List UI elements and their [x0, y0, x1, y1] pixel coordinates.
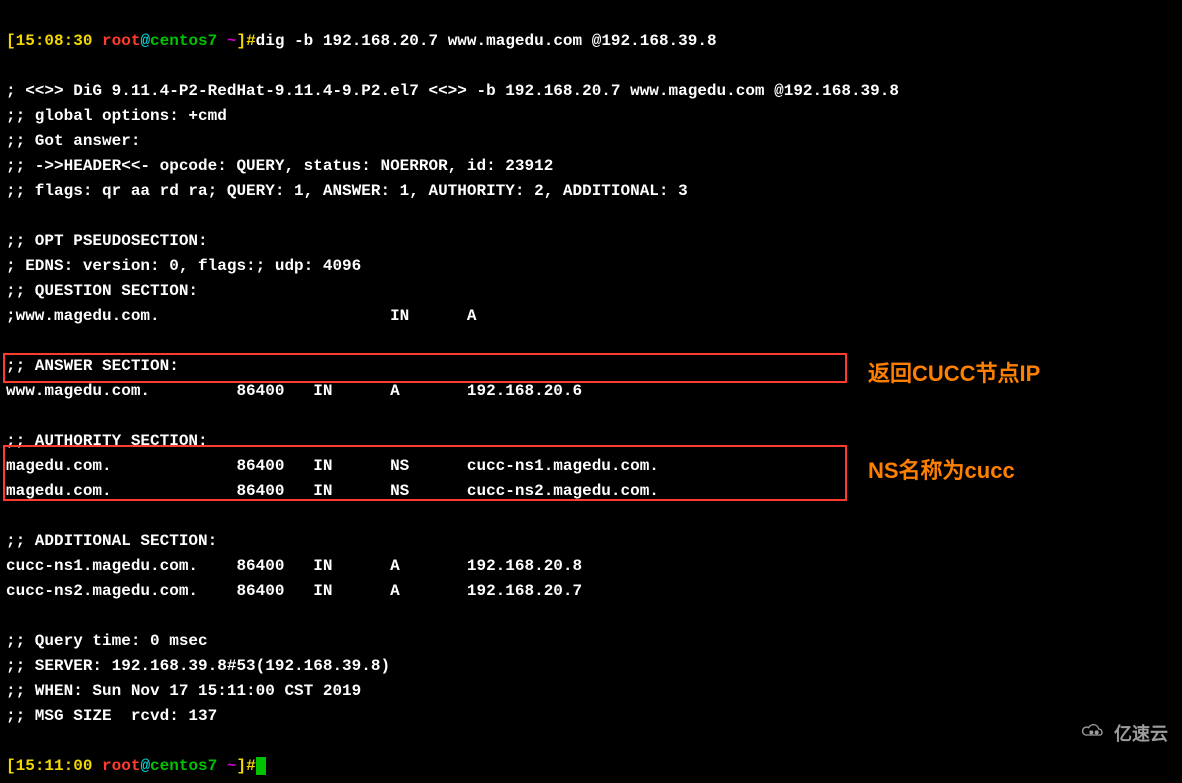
watermark-text: 亿速云 — [1114, 720, 1168, 746]
additional-record-1: cucc-ns1.magedu.com. 86400 IN A 192.168.… — [6, 557, 582, 575]
msg-size-line: ;; MSG SIZE rcvd: 137 — [6, 707, 217, 725]
question-line: ;www.magedu.com. IN A — [6, 307, 476, 325]
additional-section-line: ;; ADDITIONAL SECTION: — [6, 532, 217, 550]
annotation-cucc-ip: 返回CUCC节点IP — [868, 356, 1040, 388]
prompt-line-2[interactable]: [15:11:00 root@centos7 ~]# — [6, 757, 266, 775]
answer-record-line: www.magedu.com. 86400 IN A 192.168.20.6 — [6, 382, 582, 400]
header-line: ;; ->>HEADER<<- opcode: QUERY, status: N… — [6, 157, 553, 175]
query-time-line: ;; Query time: 0 msec — [6, 632, 208, 650]
cloud-icon — [1078, 721, 1110, 746]
watermark: 亿速云 — [1078, 720, 1168, 746]
annotation-ns-cucc: NS名称为cucc — [868, 453, 1015, 485]
when-line: ;; WHEN: Sun Nov 17 15:11:00 CST 2019 — [6, 682, 361, 700]
question-section-line: ;; QUESTION SECTION: — [6, 282, 198, 300]
highlight-box-answer — [3, 353, 847, 383]
server-line: ;; SERVER: 192.168.39.8#53(192.168.39.8) — [6, 657, 390, 675]
terminal-output[interactable]: [15:08:30 root@centos7 ~]#dig -b 192.168… — [0, 0, 1182, 783]
prompt-line-1: [15:08:30 root@centos7 ~]#dig -b 192.168… — [6, 32, 717, 50]
edns-line: ; EDNS: version: 0, flags:; udp: 4096 — [6, 257, 361, 275]
highlight-box-authority — [3, 445, 847, 501]
flags-line: ;; flags: qr aa rd ra; QUERY: 1, ANSWER:… — [6, 182, 688, 200]
global-options-line: ;; global options: +cmd — [6, 107, 227, 125]
cursor-icon — [256, 757, 266, 775]
additional-record-2: cucc-ns2.magedu.com. 86400 IN A 192.168.… — [6, 582, 582, 600]
got-answer-line: ;; Got answer: — [6, 132, 140, 150]
dig-version-line: ; <<>> DiG 9.11.4-P2-RedHat-9.11.4-9.P2.… — [6, 82, 899, 100]
opt-pseudo-line: ;; OPT PSEUDOSECTION: — [6, 232, 208, 250]
